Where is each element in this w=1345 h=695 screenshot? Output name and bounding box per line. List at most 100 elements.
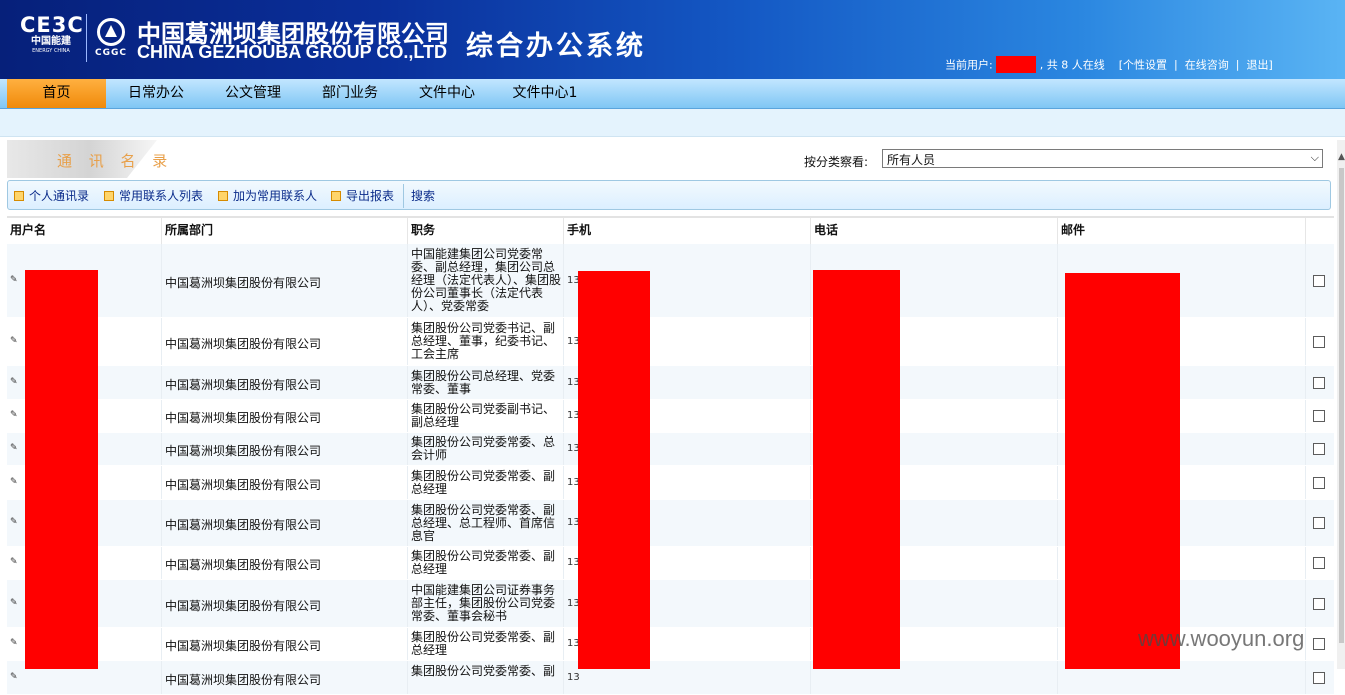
col-divider [563, 366, 564, 399]
edit-icon[interactable]: ✎ [10, 599, 21, 608]
title-cell: 中国能建集团公司党委常委、副总经理，集团公司总经理（法定代表人）、集团股份公司董… [411, 247, 562, 313]
row-select-checkbox[interactable] [1313, 557, 1325, 569]
row-select-checkbox[interactable] [1313, 517, 1325, 529]
export-report-button[interactable]: 导出报表 [331, 181, 394, 211]
department-cell: 中国葛洲坝集团股份有限公司 [165, 378, 322, 392]
action-toolbar: 个人通讯录 常用联系人列表 加为常用联系人 导出报表 搜索 [7, 180, 1331, 210]
col-divider [810, 547, 811, 579]
col-header-email: 邮件 [1061, 223, 1086, 237]
row-select-checkbox[interactable] [1313, 410, 1325, 422]
col-divider [1057, 661, 1058, 694]
category-filter-select[interactable]: 所有人员 ⌵ [882, 149, 1323, 168]
edit-icon[interactable]: ✎ [10, 558, 21, 567]
scrollbar-thumb[interactable] [1339, 168, 1344, 643]
link-separator: | [1235, 58, 1240, 71]
nav-item-file-center[interactable]: 文件中心 [407, 79, 487, 108]
edit-icon[interactable]: ✎ [10, 337, 21, 346]
col-header-department: 所属部门 [165, 223, 214, 237]
row-select-checkbox[interactable] [1313, 638, 1325, 650]
system-title: 综合办公系统 [466, 31, 646, 62]
col-divider [563, 218, 564, 244]
edit-icon[interactable]: ✎ [10, 478, 21, 487]
col-header-mobile: 手机 [567, 223, 592, 237]
edit-icon[interactable]: ✎ [10, 518, 21, 527]
col-divider [810, 628, 811, 660]
phone-redaction [813, 270, 900, 669]
logo-en-text: ENERGY CHINA [32, 48, 70, 54]
col-divider [1305, 400, 1306, 432]
rss-icon [331, 190, 341, 201]
row-select-checkbox[interactable] [1313, 336, 1325, 348]
cggc-text: CGGC [95, 48, 127, 58]
row-select-checkbox[interactable] [1313, 275, 1325, 287]
edit-icon[interactable]: ✎ [10, 639, 21, 648]
col-divider [1305, 580, 1306, 627]
frequent-contacts-button[interactable]: 常用联系人列表 [104, 181, 203, 211]
row-select-checkbox[interactable] [1313, 443, 1325, 455]
personal-settings-link[interactable]: [个性设置 [1119, 59, 1167, 72]
category-filter-value: 所有人员 [887, 153, 936, 167]
col-divider [563, 433, 564, 465]
col-divider [810, 500, 811, 546]
frequent-contacts-label: 常用联系人列表 [119, 189, 204, 203]
nav-item-file-center-1[interactable]: 文件中心1 [505, 79, 585, 108]
col-divider [161, 628, 162, 660]
rss-icon [218, 190, 228, 201]
department-cell: 中国葛洲坝集团股份有限公司 [165, 639, 322, 653]
department-cell: 中国葛洲坝集团股份有限公司 [165, 337, 322, 351]
edit-icon[interactable]: ✎ [10, 378, 21, 387]
edit-icon[interactable]: ✎ [10, 444, 21, 453]
col-divider [563, 244, 564, 317]
edit-icon[interactable]: ✎ [10, 276, 21, 285]
col-divider [1057, 366, 1058, 399]
logo-mark: CE3C [20, 13, 84, 37]
col-divider [407, 628, 408, 660]
col-divider [1305, 547, 1306, 579]
col-divider [407, 244, 408, 317]
col-divider [1057, 400, 1058, 432]
title-cell: 集团股份公司党委常委、副总经理 [411, 630, 556, 657]
title-cell: 集团股份公司党委常委、副总经理、总工程师、首席信息官 [411, 503, 556, 543]
add-frequent-contact-button[interactable]: 加为常用联系人 [218, 181, 317, 211]
col-divider [810, 661, 811, 694]
edit-icon[interactable]: ✎ [10, 411, 21, 420]
row-select-checkbox[interactable] [1313, 477, 1325, 489]
col-header-username: 用户名 [10, 223, 47, 237]
col-divider [1305, 433, 1306, 465]
scroll-up-arrow-icon[interactable]: ▲ [1338, 152, 1345, 162]
col-divider [1305, 628, 1306, 660]
col-divider [1305, 244, 1306, 317]
nav-item-home[interactable]: 首页 [7, 79, 106, 108]
nav-item-department-business[interactable]: 部门业务 [310, 79, 390, 108]
col-divider [161, 500, 162, 546]
title-cell: 中国能建集团公司证券事务部主任，集团股份公司党委常委、董事会秘书 [411, 583, 556, 623]
nav-item-daily-office[interactable]: 日常办公 [115, 79, 197, 108]
col-divider [563, 466, 564, 499]
watermark: www.wooyun.org [1138, 626, 1305, 651]
col-divider [1057, 466, 1058, 499]
row-select-checkbox[interactable] [1313, 672, 1325, 684]
col-divider [563, 500, 564, 546]
department-cell: 中国葛洲坝集团股份有限公司 [165, 444, 322, 458]
title-cell: 集团股份公司党委常委、总会计师 [411, 435, 556, 462]
username-redaction [25, 270, 98, 669]
current-user-redaction [996, 56, 1037, 73]
cggc-logo: CGGC [92, 18, 130, 58]
logout-link[interactable]: 退出] [1246, 59, 1272, 72]
col-divider [161, 547, 162, 579]
energy-china-logo: CE3C 中国能建 ENERGY CHINA [20, 13, 84, 55]
search-button[interactable]: 搜索 [411, 181, 435, 211]
department-cell: 中国葛洲坝集团股份有限公司 [165, 276, 322, 290]
online-consult-link[interactable]: 在线咨询 [1185, 59, 1229, 72]
col-divider [161, 580, 162, 627]
personal-contacts-button[interactable]: 个人通讯录 [14, 181, 89, 211]
main-nav: 首页 日常办公 公文管理 部门业务 文件中心 文件中心1 [0, 79, 1345, 109]
col-divider [161, 244, 162, 317]
row-select-checkbox[interactable] [1313, 598, 1325, 610]
col-divider [407, 218, 408, 244]
department-cell: 中国葛洲坝集团股份有限公司 [165, 411, 322, 425]
col-divider [563, 547, 564, 579]
row-select-checkbox[interactable] [1313, 377, 1325, 389]
nav-item-document-management[interactable]: 公文管理 [213, 79, 293, 108]
edit-icon[interactable]: ✎ [10, 673, 21, 682]
